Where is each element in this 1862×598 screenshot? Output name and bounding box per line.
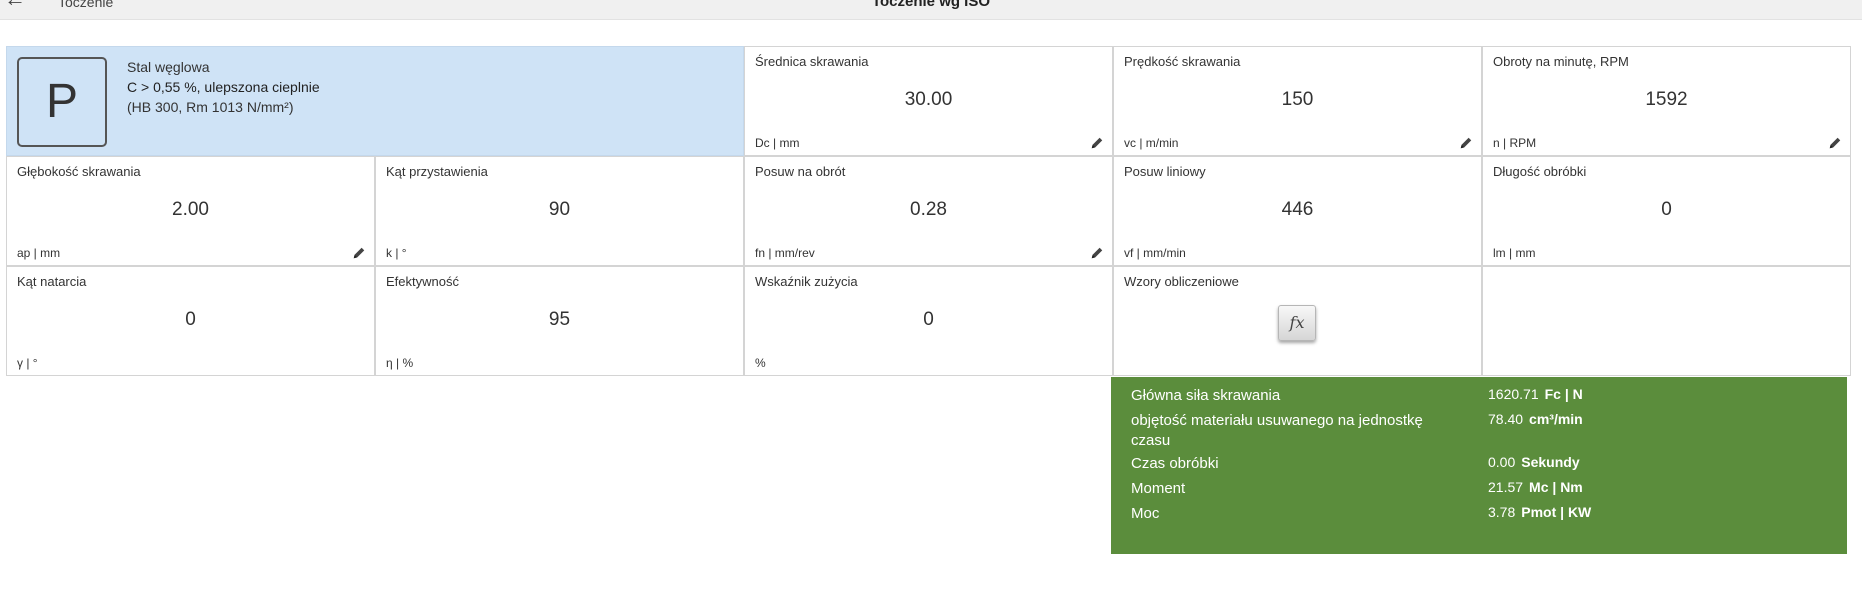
results-panel: Główna siła skrawania 1620.71 Fc | N obję… bbox=[1111, 377, 1847, 554]
pencil-icon[interactable] bbox=[1459, 136, 1473, 150]
param-unit: fn | mm/rev bbox=[755, 246, 815, 260]
result-label: Moc bbox=[1131, 505, 1160, 522]
material-panel[interactable]: P Stal węglowa C > 0,55 %, ulepszona cie… bbox=[6, 46, 744, 156]
param-unit: Dc | mm bbox=[755, 136, 800, 150]
result-unit: Pmot | KW bbox=[1521, 504, 1592, 520]
param-unit: ap | mm bbox=[17, 246, 61, 260]
param-value: 0 bbox=[185, 309, 196, 330]
param-label: Wskaźnik zużycia bbox=[755, 274, 858, 289]
param-unit: % bbox=[755, 356, 766, 370]
result-value: 3.78 Pmot | KW bbox=[1488, 504, 1591, 520]
param-depth-of-cut[interactable]: Głębokość skrawania 2.00 ap | mm bbox=[6, 156, 375, 266]
pencil-icon[interactable] bbox=[352, 246, 366, 260]
param-unit: vf | mm/min bbox=[1124, 246, 1186, 260]
result-label: Czas obróbki bbox=[1131, 455, 1219, 472]
result-number: 0.00 bbox=[1488, 454, 1516, 470]
result-number: 21.57 bbox=[1488, 479, 1524, 495]
param-value: 0 bbox=[923, 309, 934, 330]
result-unit: cm³/min bbox=[1529, 411, 1583, 427]
formulas-label: Wzory obliczeniowe bbox=[1124, 274, 1239, 289]
result-unit: Fc | N bbox=[1544, 386, 1583, 402]
param-entering-angle[interactable]: Kąt przystawienia 90 k | ° bbox=[375, 156, 744, 266]
formulas-panel: Wzory obliczeniowe fx bbox=[1113, 266, 1482, 376]
empty-cell bbox=[1482, 266, 1851, 376]
param-label: Kąt przystawienia bbox=[386, 164, 488, 179]
param-value: 0.28 bbox=[910, 199, 947, 220]
param-label: Głębokość skrawania bbox=[17, 164, 141, 179]
param-rpm[interactable]: Obroty na minutę, RPM 1592 n | RPM bbox=[1482, 46, 1851, 156]
result-number: 3.78 bbox=[1488, 504, 1516, 520]
result-number: 1620.71 bbox=[1488, 386, 1539, 402]
formulas-button[interactable]: fx bbox=[1278, 305, 1316, 341]
result-value: 21.57 Mc | Nm bbox=[1488, 479, 1583, 495]
param-efficiency[interactable]: Efektywność 95 η | % bbox=[375, 266, 744, 376]
param-label: Posuw na obrót bbox=[755, 164, 846, 179]
material-description: C > 0,55 %, ulepszona cieplnie bbox=[127, 79, 320, 95]
result-unit: Sekundy bbox=[1521, 454, 1580, 470]
param-label: Obroty na minutę, RPM bbox=[1493, 54, 1629, 69]
param-value: 1592 bbox=[1645, 89, 1688, 110]
result-unit: Mc | Nm bbox=[1529, 479, 1583, 495]
result-value: 78.40 cm³/min bbox=[1488, 411, 1583, 427]
result-label: Główna siła skrawania bbox=[1131, 387, 1281, 404]
param-rake-angle[interactable]: Kąt natarcia 0 γ | ° bbox=[6, 266, 375, 376]
param-value: 2.00 bbox=[172, 199, 209, 220]
param-unit: k | ° bbox=[386, 246, 407, 260]
pencil-icon[interactable] bbox=[1828, 136, 1842, 150]
param-label: Efektywność bbox=[386, 274, 459, 289]
param-label: Długość obróbki bbox=[1493, 164, 1587, 179]
param-label: Prędkość skrawania bbox=[1124, 54, 1241, 69]
param-value: 95 bbox=[548, 309, 571, 330]
result-label: objętość materiału usuwanego na jednostk… bbox=[1131, 412, 1423, 449]
page-title: Toczenie wg ISO bbox=[871, 0, 991, 10]
pencil-icon[interactable] bbox=[1090, 246, 1104, 260]
result-value: 0.00 Sekundy bbox=[1488, 454, 1580, 470]
param-value: 446 bbox=[1281, 199, 1314, 220]
param-machining-length[interactable]: Długość obróbki 0 lm | mm bbox=[1482, 156, 1851, 266]
param-unit: lm | mm bbox=[1493, 246, 1536, 260]
param-cutting-speed[interactable]: Prędkość skrawania 150 vc | m/min bbox=[1113, 46, 1482, 156]
param-feed-per-revolution[interactable]: Posuw na obrót 0.28 fn | mm/rev bbox=[744, 156, 1113, 266]
material-group-badge: P bbox=[17, 57, 107, 147]
param-label: Posuw liniowy bbox=[1124, 164, 1206, 179]
param-wear-factor[interactable]: Wskaźnik zużycia 0 % bbox=[744, 266, 1113, 376]
top-bar: ← Toczenie Toczenie wg ISO bbox=[0, 0, 1862, 20]
param-unit: γ | ° bbox=[17, 356, 38, 370]
material-hardness: (HB 300, Rm 1013 N/mm²) bbox=[127, 99, 294, 115]
pencil-icon[interactable] bbox=[1090, 136, 1104, 150]
param-label: Kąt natarcia bbox=[17, 274, 87, 289]
param-value: 30.00 bbox=[904, 89, 953, 110]
param-cutting-diameter[interactable]: Średnica skrawania 30.00 Dc | mm bbox=[744, 46, 1113, 156]
result-value: 1620.71 Fc | N bbox=[1488, 386, 1583, 402]
param-value: 0 bbox=[1661, 199, 1672, 220]
result-label: Moment bbox=[1131, 480, 1186, 497]
param-value: 150 bbox=[1281, 89, 1314, 110]
param-label: Średnica skrawania bbox=[755, 54, 869, 69]
result-number: 78.40 bbox=[1488, 411, 1524, 427]
param-unit: n | RPM bbox=[1493, 136, 1537, 150]
param-unit: η | % bbox=[386, 356, 414, 370]
param-linear-feed[interactable]: Posuw liniowy 446 vf | mm/min bbox=[1113, 156, 1482, 266]
param-value: 90 bbox=[548, 199, 571, 220]
material-name: Stal węglowa bbox=[127, 59, 210, 75]
param-unit: vc | m/min bbox=[1124, 136, 1179, 150]
